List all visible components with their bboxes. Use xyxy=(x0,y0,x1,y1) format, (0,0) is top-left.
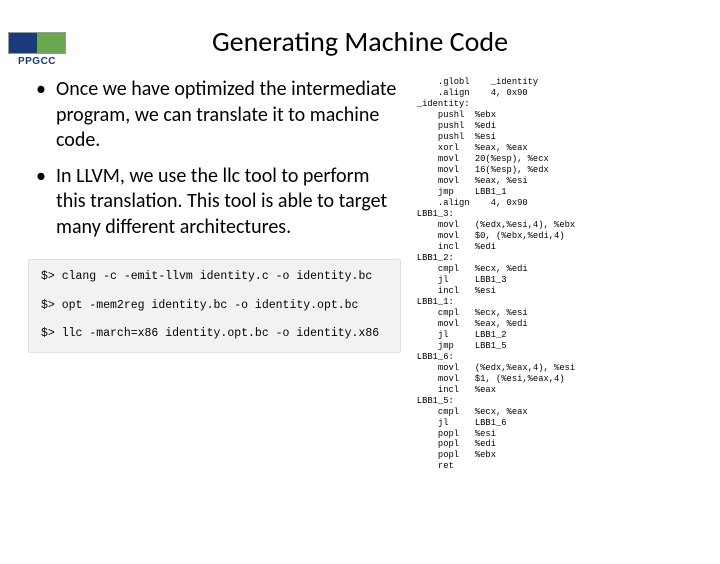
bullet-item: In LLVM, we use the llc tool to perform … xyxy=(30,164,401,241)
bullet-item: Once we have optimized the intermediate … xyxy=(30,77,401,154)
command-line: $> llc -march=x86 identity.opt.bc -o ide… xyxy=(41,327,388,342)
assembly-listing: .globl _identity .align 4, 0x90 _identit… xyxy=(411,77,710,472)
bullet-list: Once we have optimized the intermediate … xyxy=(30,77,401,241)
command-block: $> clang -c -emit-llvm identity.c -o ide… xyxy=(28,259,401,354)
content-columns: Once we have optimized the intermediate … xyxy=(0,77,720,472)
logo-mark xyxy=(8,32,66,54)
command-line: $> opt -mem2reg identity.bc -o identity.… xyxy=(41,299,388,314)
logo: PPGCC xyxy=(8,32,66,74)
command-line: $> clang -c -emit-llvm identity.c -o ide… xyxy=(41,270,388,285)
left-column: Once we have optimized the intermediate … xyxy=(30,77,411,472)
logo-label: PPGCC xyxy=(8,56,66,67)
slide-title: Generating Machine Code xyxy=(0,24,720,59)
